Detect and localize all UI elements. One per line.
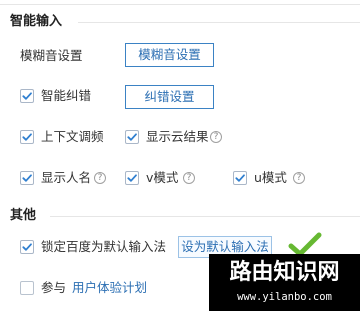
show-person-names-label: 显示人名 bbox=[41, 170, 92, 185]
show-cloud-results-label: 显示云结果 bbox=[146, 129, 209, 144]
watermark-box: 路由知识网 www.yilanbo.com bbox=[209, 254, 360, 311]
fuzzy-pinyin-settings-button[interactable]: 模糊音设置 bbox=[125, 43, 214, 67]
u-mode-checkbox[interactable] bbox=[233, 171, 247, 185]
help-icon[interactable]: ? bbox=[94, 172, 106, 184]
top-divider bbox=[0, 4, 360, 5]
correction-settings-button[interactable]: 纠错设置 bbox=[125, 85, 214, 109]
context-tuning-label: 上下文调频 bbox=[41, 129, 104, 144]
context-tuning-checkbox[interactable] bbox=[20, 130, 34, 144]
lock-default-ime-checkbox[interactable] bbox=[20, 240, 34, 254]
checkmark-icon bbox=[22, 243, 32, 251]
smart-input-section-title: 智能输入 bbox=[10, 14, 63, 29]
smart-correction-label: 智能纠错 bbox=[41, 88, 92, 103]
v-mode-checkbox[interactable] bbox=[125, 171, 139, 185]
help-icon[interactable]: ? bbox=[210, 131, 222, 143]
help-icon[interactable]: ? bbox=[293, 172, 305, 184]
show-person-names-checkbox[interactable] bbox=[20, 171, 34, 185]
help-icon[interactable]: ? bbox=[183, 172, 195, 184]
u-mode-label: u模式 bbox=[254, 170, 287, 185]
watermark-title: 路由知识网 bbox=[229, 259, 340, 285]
checkmark-icon bbox=[127, 133, 137, 141]
checkmark-icon bbox=[127, 174, 137, 182]
show-cloud-results-checkbox[interactable] bbox=[125, 130, 139, 144]
fuzzy-pinyin-label: 模糊音设置 bbox=[20, 48, 83, 63]
checkmark-icon bbox=[22, 133, 32, 141]
participate-checkbox[interactable] bbox=[20, 281, 34, 295]
lock-default-ime-label: 锁定百度为默认输入法 bbox=[41, 239, 167, 254]
smart-input-divider bbox=[78, 22, 360, 23]
v-mode-label: v模式 bbox=[146, 170, 179, 185]
watermark-url: www.yilanbo.com bbox=[237, 291, 332, 303]
checkmark-icon bbox=[22, 92, 32, 100]
smart-correction-checkbox[interactable] bbox=[20, 89, 34, 103]
other-section-title: 其他 bbox=[10, 208, 37, 223]
checkmark-icon bbox=[22, 174, 32, 182]
checkmark-icon bbox=[235, 174, 245, 182]
user-experience-program-link[interactable]: 用户体验计划 bbox=[72, 280, 147, 296]
participate-label: 参与 bbox=[41, 280, 67, 295]
other-divider bbox=[50, 216, 360, 217]
